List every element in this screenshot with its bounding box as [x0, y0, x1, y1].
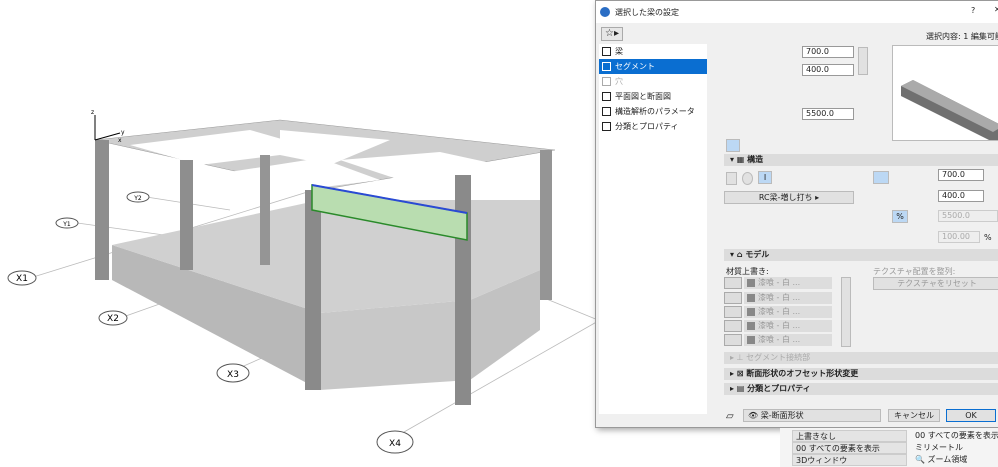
rect-shape-icon[interactable] [726, 172, 737, 185]
grid-label-x2: X2 [107, 314, 119, 324]
texture-align-label: テクスチャ配置を整列: [873, 267, 956, 276]
favorites-button[interactable]: ☆▸ [601, 27, 623, 41]
show-all-button[interactable]: 00 すべての要素を表示 [915, 430, 998, 442]
material-link-icon[interactable] [841, 277, 851, 347]
building-frame [94, 119, 556, 405]
svg-text:z: z [91, 109, 94, 116]
length-input[interactable]: 5500.0 [802, 108, 854, 120]
beam-preview [892, 45, 998, 141]
building-material-select[interactable]: RC梁-増し打ち ▸ [724, 191, 854, 204]
grid-label-y2: Y2 [133, 195, 142, 202]
layer-select[interactable]: 👁 梁-断面形状 [743, 409, 881, 422]
material-row: 漆喰 - 白 ... [724, 320, 832, 332]
grid-label-x3: X3 [227, 370, 239, 380]
nav-item-beam[interactable]: 梁 [599, 44, 707, 59]
texture-reset-button[interactable]: テクスチャをリセット [873, 277, 998, 290]
beam-settings-dialog: 選択した梁の設定 ? ✕ ☆▸ 選択内容: 1 編集可能: 梁 セグメント 穴 平… [595, 0, 998, 428]
material-override-label: 材質上書き: [726, 267, 769, 276]
percent-input[interactable]: 100.00 [938, 231, 980, 243]
selection-info: 選択内容: 1 編集可能: [926, 32, 998, 41]
nav-item-structural[interactable]: 構造解析のパラメータ [599, 104, 707, 119]
override-select[interactable]: 上書きなし [792, 430, 907, 442]
material-row: 漆喰 - 白 ... [724, 292, 832, 304]
nav-item-hole[interactable]: 穴 [599, 74, 707, 89]
nav-item-classification[interactable]: 分類とプロパティ [599, 119, 707, 134]
unit-button[interactable]: ミリメートル [915, 442, 963, 454]
close-button[interactable]: ✕ [994, 5, 998, 14]
height-input[interactable]: 700.0 [802, 46, 854, 58]
percent-unit: % [984, 233, 992, 242]
structural-icon [602, 107, 611, 116]
material-row: 漆喰 - 白 ... [724, 277, 832, 289]
settings-nav: 梁 セグメント 穴 平面図と断面図 構造解析のパラメータ 分類とプロパティ [599, 44, 707, 414]
zoom-area-button[interactable]: 🔍 ズーム領域 [915, 454, 967, 466]
grid-label-x1: X1 [16, 274, 28, 284]
beam-icon [602, 47, 611, 56]
cancel-button[interactable]: キャンセル [888, 409, 940, 422]
svg-text:x: x [118, 137, 122, 144]
window-select[interactable]: 3Dウィンドウ [792, 454, 907, 466]
classification-icon [602, 122, 611, 131]
hole-icon [602, 77, 611, 86]
profile-shape-icon[interactable]: I [758, 171, 772, 184]
ok-button[interactable]: OK [946, 409, 996, 422]
circle-shape-icon[interactable] [742, 172, 753, 185]
rect-section-icon[interactable] [873, 171, 889, 184]
width-input[interactable]: 400.0 [802, 64, 854, 76]
structure-height-input[interactable]: 700.0 [938, 169, 984, 181]
dialog-title: 選択した梁の設定 [615, 7, 679, 17]
app-logo-icon [600, 7, 610, 17]
grid-label-x4: X4 [389, 439, 401, 449]
segment-icon [602, 62, 611, 71]
structure-length-input[interactable]: 5500.0 [938, 210, 998, 222]
link-icon[interactable] [858, 47, 868, 75]
nav-item-floor-plan[interactable]: 平面図と断面図 [599, 89, 707, 104]
section-classification[interactable]: ▸ ▤ 分類とプロパティ [724, 383, 998, 395]
layer-icon: ▱ [726, 411, 734, 422]
nav-item-segment[interactable]: セグメント [599, 59, 707, 74]
grid-label-y1: Y1 [62, 221, 71, 228]
straight-beam-icon[interactable] [726, 139, 740, 152]
section-segment-connections[interactable]: ▸ ⊥ セグメント接続部 [724, 352, 998, 364]
percent-icon[interactable]: % [892, 210, 908, 223]
svg-text:y: y [121, 129, 125, 136]
section-structure[interactable]: ▾ ▦ 構造 [724, 154, 998, 166]
layer-combination-select[interactable]: 00 すべての要素を表示 [792, 442, 907, 454]
section-profile-offset[interactable]: ▸ ⊠ 断面形状のオフセット形状変更 [724, 368, 998, 380]
section-model[interactable]: ▾ ⌂ モデル [724, 249, 998, 261]
floor-plan-icon [602, 92, 611, 101]
structure-width-input[interactable]: 400.0 [938, 190, 984, 202]
material-row: 漆喰 - 白 ... [724, 306, 832, 318]
help-button[interactable]: ? [971, 6, 975, 15]
bottom-toolbar: 上書きなし 00 すべての要素を表示 3Dウィンドウ 00 すべての要素を表示 … [780, 428, 998, 467]
material-row: 漆喰 - 白 ... [724, 334, 832, 346]
